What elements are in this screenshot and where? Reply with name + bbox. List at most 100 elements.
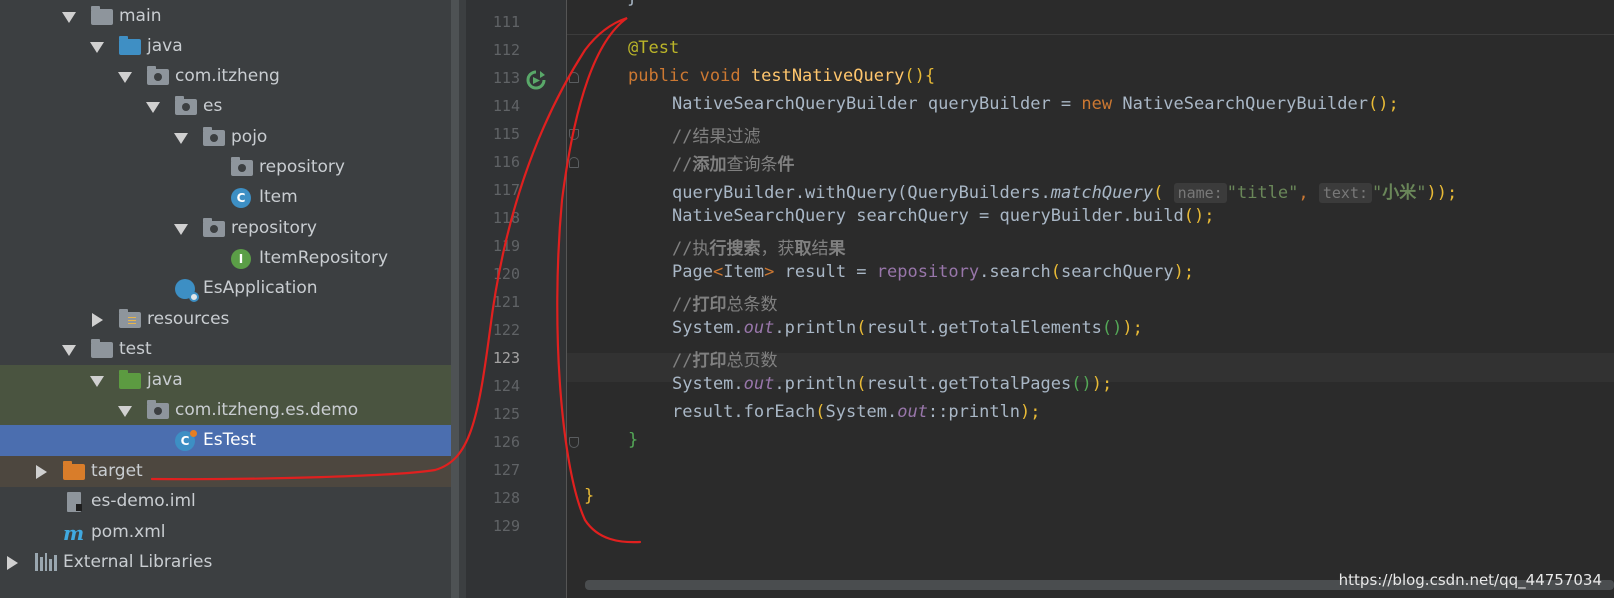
- package-icon: [203, 218, 225, 237]
- tree-item-label: target: [91, 461, 143, 481]
- line-number: 118: [492, 209, 520, 227]
- expand-arrow-icon[interactable]: [91, 375, 103, 387]
- parameter-hint: text:: [1318, 183, 1373, 203]
- line-number: 125: [492, 405, 520, 423]
- line-number: 114: [492, 97, 520, 115]
- tree-item-java[interactable]: java: [0, 31, 458, 62]
- iml-file-icon: [67, 492, 82, 512]
- package-icon: [175, 96, 197, 115]
- current-line-number: 123: [492, 349, 520, 367]
- interface-icon: I: [231, 249, 251, 269]
- code-line-114[interactable]: NativeSearchQueryBuilder queryBuilder = …: [672, 94, 1399, 114]
- tree-item-pojo[interactable]: pojo: [0, 122, 458, 153]
- package-icon: [147, 400, 169, 419]
- tree-item-label: com.itzheng.es.demo: [175, 400, 359, 420]
- package-icon: [231, 157, 253, 176]
- fold-marker-icon[interactable]: [569, 157, 579, 168]
- tree-item-estest[interactable]: C EsTest: [0, 425, 458, 456]
- package-icon: [147, 66, 169, 85]
- tree-item-main[interactable]: main: [0, 1, 458, 32]
- tree-item-label: resources: [147, 309, 230, 329]
- line-number: 124: [492, 377, 520, 395]
- code-line-126[interactable]: }: [628, 430, 638, 450]
- run-test-icon[interactable]: [526, 70, 546, 90]
- code-line-120[interactable]: Page<Item> result = repository.search(se…: [672, 262, 1194, 282]
- tree-item-label: Item: [259, 187, 298, 207]
- test-class-icon: C: [175, 430, 197, 451]
- fold-marker-icon[interactable]: [569, 129, 579, 140]
- expand-arrow-icon[interactable]: [175, 132, 187, 144]
- line-number: 116: [492, 153, 520, 171]
- expand-arrow-icon[interactable]: [91, 41, 103, 53]
- line-number: 127: [492, 461, 520, 479]
- line-number: 115: [492, 125, 520, 143]
- tree-item-label: com.itzheng: [175, 66, 280, 86]
- code-line-115[interactable]: //结果过滤: [672, 122, 760, 147]
- tree-item-test-java[interactable]: java: [0, 365, 458, 396]
- gutter-divider: [566, 0, 567, 598]
- resources-folder-icon: [119, 309, 141, 328]
- tree-item-external-libraries[interactable]: External Libraries: [0, 547, 458, 578]
- collapse-arrow-icon[interactable]: [6, 557, 18, 569]
- maven-icon: m: [63, 521, 85, 545]
- fold-marker-icon[interactable]: [569, 72, 579, 83]
- tree-item-itemrepository[interactable]: I ItemRepository: [0, 243, 458, 274]
- tree-item-esapplication[interactable]: EsApplication: [0, 273, 458, 304]
- line-number: 129: [492, 517, 520, 535]
- code-line-128[interactable]: }: [584, 486, 594, 506]
- watermark: https://blog.csdn.net/qq_44757034: [1338, 571, 1602, 589]
- tree-item-com-itzheng-es-demo[interactable]: com.itzheng.es.demo: [0, 395, 458, 426]
- expand-arrow-icon[interactable]: [147, 101, 159, 113]
- collapse-arrow-icon[interactable]: [91, 314, 103, 326]
- tree-item-pom-xml[interactable]: m pom.xml: [0, 517, 458, 548]
- tree-item-label: java: [147, 36, 183, 56]
- tree-scrollbar[interactable]: [451, 0, 459, 598]
- tree-item-test[interactable]: test: [0, 334, 458, 365]
- tree-item-label: EsTest: [203, 430, 257, 450]
- code-line-116[interactable]: //添加查询条件: [672, 150, 794, 175]
- expand-arrow-icon[interactable]: [119, 71, 131, 83]
- code-line-112[interactable]: @Test: [628, 38, 679, 58]
- tree-item-label: pojo: [231, 127, 268, 147]
- line-number: 117: [492, 181, 520, 199]
- project-tree-panel: main java com.itzheng es pojo repository…: [0, 0, 466, 598]
- line-number: 128: [492, 489, 520, 507]
- tree-item-label: java: [147, 370, 183, 390]
- expand-arrow-icon[interactable]: [175, 223, 187, 235]
- code-line-119[interactable]: //执行搜索，获取结果: [672, 234, 845, 259]
- tree-item-target[interactable]: target: [0, 456, 458, 487]
- expand-arrow-icon[interactable]: [63, 11, 75, 23]
- expand-arrow-icon[interactable]: [63, 344, 75, 356]
- tree-item-item-class[interactable]: C Item: [0, 182, 458, 213]
- tree-item-resources[interactable]: resources: [0, 304, 458, 335]
- tree-item-label: repository: [231, 218, 317, 238]
- tree-item-es[interactable]: es: [0, 91, 458, 122]
- tree-item-repository[interactable]: repository: [0, 213, 458, 244]
- collapse-arrow-icon[interactable]: [35, 466, 47, 478]
- tree-item-es-demo-iml[interactable]: es-demo.iml: [0, 486, 458, 517]
- code-line[interactable]: }: [627, 0, 637, 8]
- method-separator: [567, 34, 1614, 35]
- line-number: 121: [492, 293, 520, 311]
- spring-boot-app-icon: [175, 279, 199, 302]
- code-line-118[interactable]: NativeSearchQuery searchQuery = queryBui…: [672, 206, 1214, 226]
- code-line-121[interactable]: //打印总条数: [672, 290, 777, 315]
- fold-marker-icon[interactable]: [569, 437, 579, 448]
- line-number: 122: [492, 321, 520, 339]
- code-line-122[interactable]: System.out.println(result.getTotalElemen…: [672, 318, 1143, 338]
- folder-icon: [91, 6, 113, 25]
- code-line-117[interactable]: queryBuilder.withQuery(QueryBuilders.mat…: [672, 178, 1457, 203]
- code-line-125[interactable]: result.forEach(System.out::println);: [672, 402, 1041, 422]
- tree-item-label: es: [203, 96, 223, 116]
- tree-item-pojo-repository[interactable]: repository: [0, 152, 458, 183]
- code-line-124[interactable]: System.out.println(result.getTotalPages(…: [672, 374, 1112, 394]
- tree-item-com-itzheng[interactable]: com.itzheng: [0, 61, 458, 92]
- line-number: 113: [492, 69, 520, 87]
- tree-item-label: EsApplication: [203, 278, 318, 298]
- code-line-113[interactable]: public void testNativeQuery(){: [628, 66, 935, 86]
- tree-item-label: es-demo.iml: [91, 491, 196, 511]
- expand-arrow-icon[interactable]: [119, 405, 131, 417]
- tree-item-label: test: [119, 339, 152, 359]
- code-line-123[interactable]: //打印总页数: [672, 346, 777, 371]
- tree-item-label: External Libraries: [63, 552, 213, 572]
